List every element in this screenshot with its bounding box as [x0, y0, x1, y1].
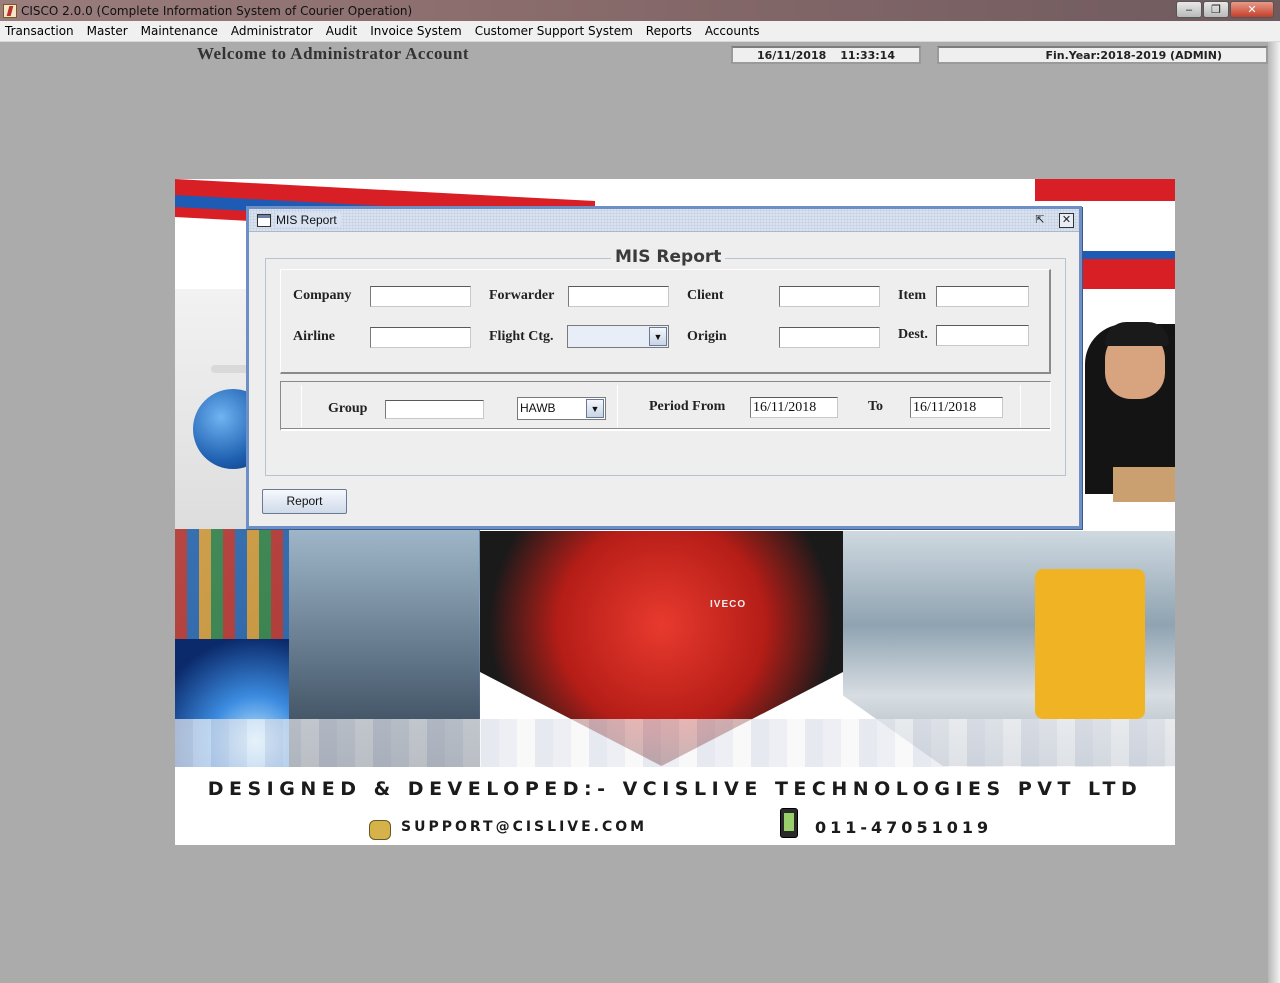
chat-icon	[369, 820, 391, 840]
window-title: CISCO 2.0.0 (Complete Information System…	[21, 3, 413, 18]
period-from-input[interactable]	[750, 397, 838, 418]
chevron-down-icon[interactable]: ▼	[649, 327, 667, 346]
menu-master[interactable]: Master	[87, 24, 128, 38]
client-label: Client	[687, 288, 724, 303]
period-to-input[interactable]	[910, 397, 1003, 418]
flight-category-label: Flight Ctg.	[489, 329, 554, 344]
current-date: 16/11/2018	[757, 48, 827, 62]
window-icon	[257, 214, 271, 227]
designed-by-text: DESIGNED & DEVELOPED:- VCISLIVE TECHNOLO…	[207, 778, 1143, 800]
airline-input[interactable]	[370, 327, 471, 348]
close-icon: ✕	[1247, 4, 1257, 16]
origin-label: Origin	[687, 329, 727, 344]
airway-bill-type-value: HAWB	[520, 401, 556, 415]
report-button[interactable]: Report	[262, 489, 347, 514]
restore-icon: ❐	[1211, 4, 1221, 16]
menu-bar: Transaction Master Maintenance Administr…	[0, 21, 1280, 42]
menu-administrator[interactable]: Administrator	[231, 24, 313, 38]
datetime-display: 16/11/2018 11:33:14	[731, 46, 921, 64]
red-stripe-right-lower	[1080, 259, 1175, 289]
flight-category-select[interactable]: ▼	[567, 325, 669, 348]
title-bar: CISCO 2.0.0 (Complete Information System…	[0, 0, 1280, 21]
financial-year-display: Fin.Year:2018-2019 (ADMIN)	[937, 46, 1268, 64]
company-label: Company	[293, 288, 352, 303]
chevron-down-icon[interactable]: ▼	[586, 399, 604, 418]
mis-report-title: MIS Report	[276, 213, 341, 227]
frame-restore-button[interactable]: ⇱	[1033, 213, 1047, 227]
parcel-box-image	[1113, 467, 1175, 502]
close-icon: ✕	[1061, 214, 1072, 226]
truck-brand-text: IVECO	[710, 599, 747, 610]
red-stripe-right	[1035, 179, 1175, 201]
menu-audit[interactable]: Audit	[326, 24, 357, 38]
support-phone: 011-47051019	[815, 818, 993, 837]
pixel-band	[175, 719, 1175, 769]
forklift-image	[1035, 569, 1145, 719]
airway-bill-type-select[interactable]: HAWB ▼	[517, 397, 606, 420]
period-from-label: Period From	[649, 399, 726, 414]
desktop-edge	[1268, 42, 1280, 983]
client-input[interactable]	[779, 286, 880, 307]
support-email: SUPPORT@CISLIVE.COM	[401, 819, 648, 835]
panel-divider	[301, 385, 302, 427]
panel-divider	[1020, 385, 1021, 427]
forwarder-input[interactable]	[568, 286, 669, 307]
welcome-message: Welcome to Administrator Account	[197, 44, 470, 63]
restore-icon: ⇱	[1035, 214, 1045, 226]
item-input[interactable]	[936, 286, 1029, 307]
menu-customer-support-system[interactable]: Customer Support System	[475, 24, 633, 38]
mis-report-titlebar[interactable]: MIS Report ⇱ ✕	[249, 209, 1079, 232]
forwarder-label: Forwarder	[489, 288, 555, 303]
item-label: Item	[898, 288, 926, 303]
minimize-icon: –	[1185, 3, 1193, 16]
mis-report-heading: MIS Report	[611, 247, 726, 267]
menu-reports[interactable]: Reports	[646, 24, 692, 38]
java-app-icon	[3, 3, 17, 18]
company-input[interactable]	[370, 286, 471, 307]
filter-panel	[280, 269, 1051, 374]
window-controls: – ❐ ✕	[1176, 1, 1274, 18]
group-label: Group	[328, 401, 368, 416]
mis-report-window: MIS Report ⇱ ✕ MIS Report Company Forwar…	[246, 206, 1082, 529]
courier-cap	[1105, 322, 1169, 346]
close-button[interactable]: ✕	[1230, 1, 1274, 18]
phone-icon	[780, 808, 798, 838]
origin-input[interactable]	[779, 327, 880, 348]
destination-input[interactable]	[936, 325, 1029, 346]
destination-label: Dest.	[898, 327, 928, 342]
menu-invoice-system[interactable]: Invoice System	[370, 24, 461, 38]
menu-accounts[interactable]: Accounts	[705, 24, 760, 38]
menu-maintenance[interactable]: Maintenance	[141, 24, 218, 38]
period-to-label: To	[868, 399, 884, 414]
menu-transaction[interactable]: Transaction	[5, 24, 74, 38]
group-input[interactable]	[385, 400, 484, 419]
frame-close-button[interactable]: ✕	[1059, 213, 1074, 228]
panel-divider	[617, 385, 618, 427]
airplane-image	[211, 365, 251, 373]
airline-label: Airline	[293, 329, 335, 344]
current-time: 11:33:14	[840, 48, 895, 62]
restore-button[interactable]: ❐	[1203, 1, 1229, 18]
minimize-button[interactable]: –	[1176, 1, 1202, 18]
contact-line: SUPPORT@CISLIVE.COM 011-47051019	[175, 808, 1175, 840]
